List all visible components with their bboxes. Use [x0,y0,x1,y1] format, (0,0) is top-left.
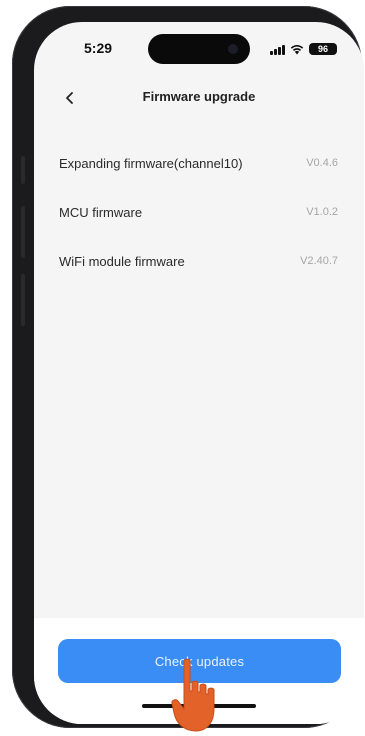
page-title: Firmware upgrade [142,89,256,104]
firmware-name: MCU firmware [59,205,143,220]
status-icons: 96 [270,42,337,56]
firmware-name: Expanding firmware(channel10) [59,156,243,171]
wifi-icon [290,44,304,55]
battery-icon: 96 [309,43,337,55]
volume-down-button [21,274,25,326]
screenshot-stage: 5:29 96 Firmware upgrade Expanding firmw… [0,0,365,736]
camera-icon [228,44,238,54]
dynamic-island [148,34,250,64]
tap-hand-icon [170,657,226,733]
firmware-list: Expanding firmware(channel10) V0.4.6 MCU… [34,150,364,297]
silent-switch [21,156,25,184]
firmware-name: WiFi module firmware [59,254,185,269]
firmware-row-mcu: MCU firmware V1.0.2 [34,199,364,248]
phone-screen: 5:29 96 Firmware upgrade Expanding firmw… [34,22,364,724]
firmware-row-wifi: WiFi module firmware V2.40.7 [34,248,364,297]
phone-frame: 5:29 96 Firmware upgrade Expanding firmw… [12,6,364,728]
status-bar: 5:29 96 [34,22,364,68]
app-header: Firmware upgrade [34,84,364,114]
firmware-version: V2.40.7 [300,255,338,267]
firmware-row-expanding: Expanding firmware(channel10) V0.4.6 [34,150,364,199]
signal-icon [270,44,285,55]
firmware-version: V0.4.6 [306,157,338,169]
firmware-version: V1.0.2 [306,206,338,218]
volume-up-button [21,206,25,258]
status-time: 5:29 [84,40,113,56]
